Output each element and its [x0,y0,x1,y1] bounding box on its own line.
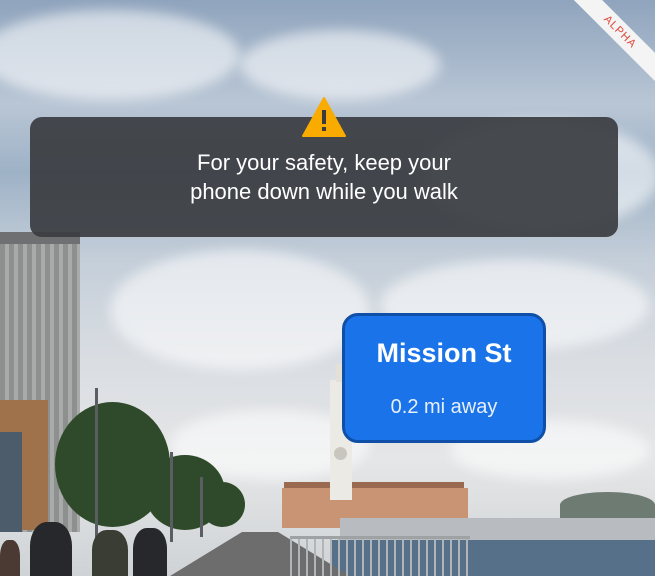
clock-face [334,447,347,460]
street-lamp [200,477,203,537]
pedestrian [133,528,167,576]
street-lamp [95,388,98,538]
warning-triangle-icon [302,97,346,137]
street-lamp [170,452,173,542]
alpha-ribbon: ALPHA [566,0,655,86]
cloud [110,250,370,370]
destination-card[interactable]: Mission St 0.2 mi away [342,313,546,443]
destination-distance: 0.2 mi away [390,396,498,418]
railing [290,536,470,576]
cloud [240,30,440,100]
safety-warning-message: For your safety, keep your phone down wh… [190,150,458,204]
cloud [0,10,240,100]
destination-name: Mission St [376,338,512,368]
pedestrian [0,540,20,576]
pedestrian [30,522,72,576]
hill [560,492,655,518]
camera-view [0,0,655,576]
alpha-ribbon-container: ALPHA [565,0,655,90]
pedestrian [92,530,128,576]
tree [200,482,245,527]
building [0,432,22,532]
